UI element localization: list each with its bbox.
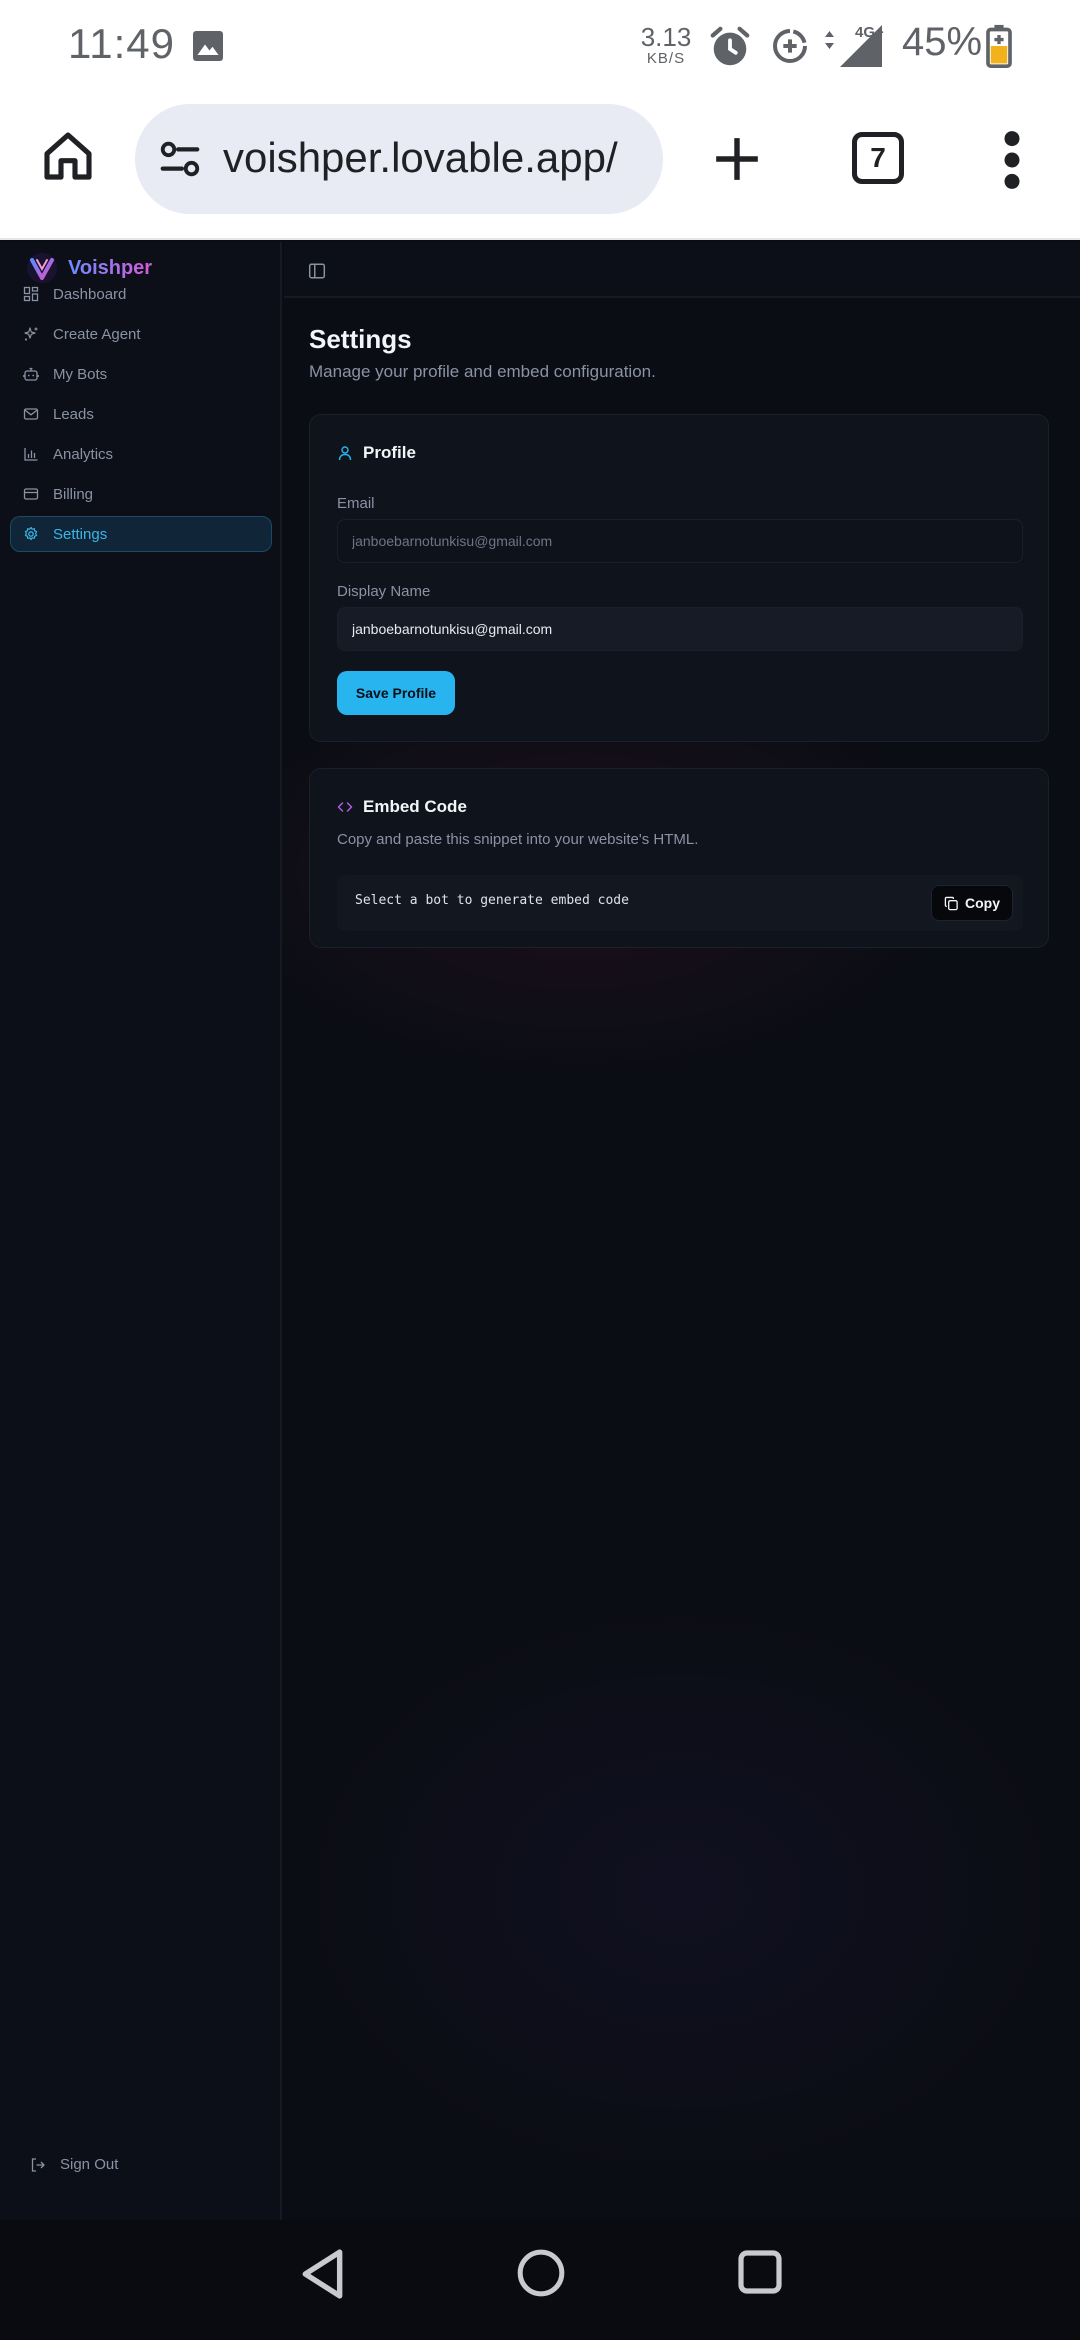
mail-icon — [23, 408, 39, 420]
embed-code-box: Select a bot to generate embed code Copy — [337, 875, 1023, 931]
copy-icon — [944, 896, 958, 910]
profile-card: Profile Email Display Name Save Profile — [309, 414, 1049, 742]
embed-description: Copy and paste this snippet into your we… — [337, 831, 699, 848]
battery-charging-icon — [986, 24, 1012, 68]
sidebar-item-leads[interactable]: Leads — [10, 396, 272, 432]
home-icon[interactable] — [40, 128, 96, 184]
more-menu-icon[interactable] — [1000, 130, 1024, 190]
sidebar-item-settings[interactable]: Settings — [10, 516, 272, 552]
bar-chart-icon — [24, 448, 38, 461]
status-bar: 11:49 3.13 KB/S 4G+ 45% — [0, 0, 1080, 92]
display-name-field[interactable] — [337, 607, 1023, 651]
profile-card-header: Profile — [337, 443, 416, 463]
sidebar-item-my-bots[interactable]: My Bots — [10, 356, 272, 392]
sidebar: Voishper Dashboard Create Agent My Bots … — [0, 242, 282, 2220]
main-topbar — [284, 242, 1080, 298]
dashboard-icon — [23, 286, 39, 302]
sidebar-item-label: Create Agent — [53, 325, 141, 343]
sidebar-item-label: Leads — [53, 405, 94, 423]
embed-code-text: Select a bot to generate embed code — [355, 893, 629, 908]
network-speed: 3.13 KB/S — [640, 22, 692, 67]
battery-percent: 45% — [902, 20, 983, 64]
sidebar-item-dashboard[interactable]: Dashboard — [10, 276, 272, 312]
alarm-icon — [710, 26, 750, 66]
log-out-icon — [31, 2157, 45, 2172]
copy-label: Copy — [965, 895, 1000, 911]
copy-button[interactable]: Copy — [931, 885, 1013, 921]
bot-icon — [23, 367, 39, 381]
embed-card-header: Embed Code — [337, 797, 467, 817]
signal-icon: 4G+ — [825, 24, 884, 67]
sparkles-icon — [24, 327, 38, 341]
email-label: Email — [337, 495, 375, 512]
sign-out-button[interactable]: Sign Out — [30, 2156, 118, 2173]
sidebar-item-billing[interactable]: Billing — [10, 476, 272, 512]
credit-card-icon — [23, 488, 39, 500]
svg-text:4G+: 4G+ — [855, 24, 884, 41]
gear-icon — [24, 526, 38, 541]
user-icon — [338, 446, 352, 461]
sidebar-item-label: Settings — [53, 525, 108, 543]
sidebar-item-analytics[interactable]: Analytics — [10, 436, 272, 472]
sidebar-item-label: Billing — [53, 485, 94, 503]
data-saver-icon — [773, 29, 807, 63]
sign-out-label: Sign Out — [60, 2156, 119, 2173]
site-settings-icon[interactable] — [157, 136, 203, 182]
profile-heading: Profile — [363, 443, 416, 462]
address-bar[interactable]: voishper.lovable.app/ — [135, 104, 663, 214]
status-time: 11:49 — [68, 20, 175, 67]
sidebar-item-label: Analytics — [53, 445, 114, 463]
background-glow — [280, 1592, 1080, 2192]
tab-switcher-button[interactable]: 7 — [852, 132, 904, 184]
back-icon[interactable] — [298, 2246, 348, 2302]
sidebar-item-label: Dashboard — [53, 285, 127, 303]
app-viewport: Voishper Dashboard Create Agent My Bots … — [0, 242, 1080, 2220]
gallery-icon — [193, 31, 223, 61]
system-nav-bar — [0, 2220, 1080, 2340]
email-field[interactable] — [337, 519, 1023, 563]
save-profile-button[interactable]: Save Profile — [337, 671, 455, 715]
browser-toolbar: voishper.lovable.app/ 7 — [0, 92, 1080, 240]
embed-code-card: Embed Code Copy and paste this snippet i… — [309, 768, 1049, 948]
url-text[interactable]: voishper.lovable.app/ — [223, 134, 653, 182]
new-tab-icon[interactable] — [712, 134, 762, 184]
page-subtitle: Manage your profile and embed configurat… — [309, 362, 656, 381]
sidebar-toggle-icon[interactable] — [308, 262, 326, 280]
sidebar-item-label: My Bots — [53, 365, 108, 383]
recent-apps-icon[interactable] — [736, 2248, 784, 2296]
sidebar-item-create-agent[interactable]: Create Agent — [10, 316, 272, 352]
display-name-label: Display Name — [337, 583, 431, 600]
embed-heading: Embed Code — [363, 797, 467, 816]
code-icon — [337, 802, 353, 812]
page-title: Settings — [309, 324, 412, 354]
sidebar-nav: Dashboard Create Agent My Bots Leads Ana… — [10, 276, 272, 556]
home-nav-icon[interactable] — [516, 2248, 566, 2298]
